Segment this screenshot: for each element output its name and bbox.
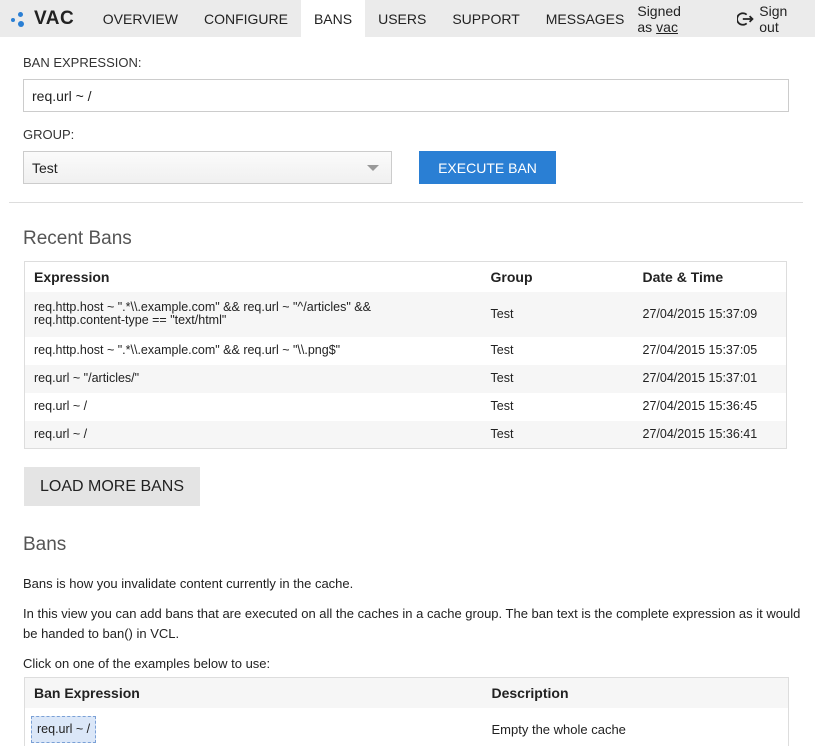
table-row: req.url ~ "/articles/" Test 27/04/2015 1… [24, 364, 787, 393]
time-cell: 27/04/2015 15:36:41 [633, 420, 787, 449]
load-more-bans-button[interactable]: LOAD MORE BANS [24, 467, 200, 506]
expression-cell: req.url ~ / [34, 399, 88, 413]
time-cell: 27/04/2015 15:37:01 [633, 364, 787, 393]
group-cell: Test [481, 291, 634, 337]
recent-bans-table: Expression Group Date & Time req.http.ho… [24, 261, 787, 449]
recent-bans-title: Recent Bans [23, 228, 132, 249]
column-header: Group [490, 268, 533, 285]
group-cell: Test [490, 343, 514, 357]
group-cell: Test [481, 364, 634, 393]
description-cell: Empty the whole cache [491, 721, 626, 737]
tab-support[interactable]: SUPPORT [439, 0, 532, 37]
help-paragraph: Click on one of the examples below to us… [23, 656, 271, 671]
sign-out-icon [736, 11, 754, 26]
help-paragraph: Bans is how you invalidate content curre… [23, 576, 354, 591]
column-header: Date & Time [642, 268, 724, 285]
signed-in-status: Signed as vac [637, 3, 722, 35]
caret-down-icon [367, 165, 379, 171]
tab-overview[interactable]: OVERVIEW [90, 0, 191, 37]
table-row: req.http.host ~ ".*\\.example.com" && re… [24, 291, 787, 337]
tab-configure[interactable]: CONFIGURE [191, 0, 301, 37]
examples-table: Ban Expression Description req.url ~ / E… [24, 677, 789, 746]
expression-cell: req.http.host ~ ".*\\.example.com" && re… [24, 291, 482, 337]
top-navigation: VAC OVERVIEW CONFIGURE BANS USERS SUPPOR… [0, 0, 815, 37]
group-cell: Test [490, 399, 514, 413]
column-header: Ban Expression [24, 677, 483, 708]
ban-expression-label: BAN EXPRESSION: [23, 55, 142, 70]
time-cell: 27/04/2015 15:37:05 [642, 343, 758, 357]
brand-name: VAC [34, 7, 75, 29]
tab-users[interactable]: USERS [365, 0, 439, 37]
help-paragraph: In this view you can add bans that are e… [23, 606, 801, 641]
user-link[interactable]: vac [656, 19, 678, 35]
table-row: req.url ~ / Test 27/04/2015 15:36:41 [24, 420, 787, 449]
table-row: req.http.host ~ ".*\\.example.com" && re… [25, 337, 787, 365]
ban-expression-input[interactable]: req.url ~ / [23, 79, 789, 112]
group-cell: Test [481, 420, 634, 449]
column-header: Expression [34, 268, 110, 285]
group-select[interactable]: Test [23, 151, 392, 184]
dots-logo-icon [10, 9, 32, 29]
example-cell: req.url ~ / [25, 708, 483, 746]
brand-logo[interactable]: VAC [0, 0, 90, 37]
group-label: GROUP: [23, 127, 75, 142]
expression-cell: req.url ~ "/articles/" [24, 364, 482, 393]
sign-out-button[interactable]: Sign out [736, 2, 809, 35]
tab-bans[interactable]: BANS [300, 0, 366, 37]
sign-out-label: Sign out [759, 2, 788, 35]
column-header: Description [482, 677, 789, 708]
table-row: req.url ~ / Empty the whole cache [25, 708, 789, 746]
bans-help-title: Bans [23, 534, 67, 555]
group-select-value: Test [32, 159, 58, 176]
example-expression[interactable]: req.url ~ / [31, 715, 97, 743]
divider [9, 202, 803, 203]
expression-cell: req.http.host ~ ".*\\.example.com" && re… [34, 343, 341, 357]
tab-messages[interactable]: MESSAGES [533, 0, 638, 37]
table-row: req.url ~ / Test 27/04/2015 15:36:45 [25, 393, 787, 421]
execute-ban-button[interactable]: EXECUTE BAN [419, 151, 556, 184]
time-cell: 27/04/2015 15:36:45 [642, 399, 758, 413]
expression-cell: req.url ~ / [24, 420, 482, 449]
time-cell: 27/04/2015 15:37:09 [633, 291, 787, 337]
